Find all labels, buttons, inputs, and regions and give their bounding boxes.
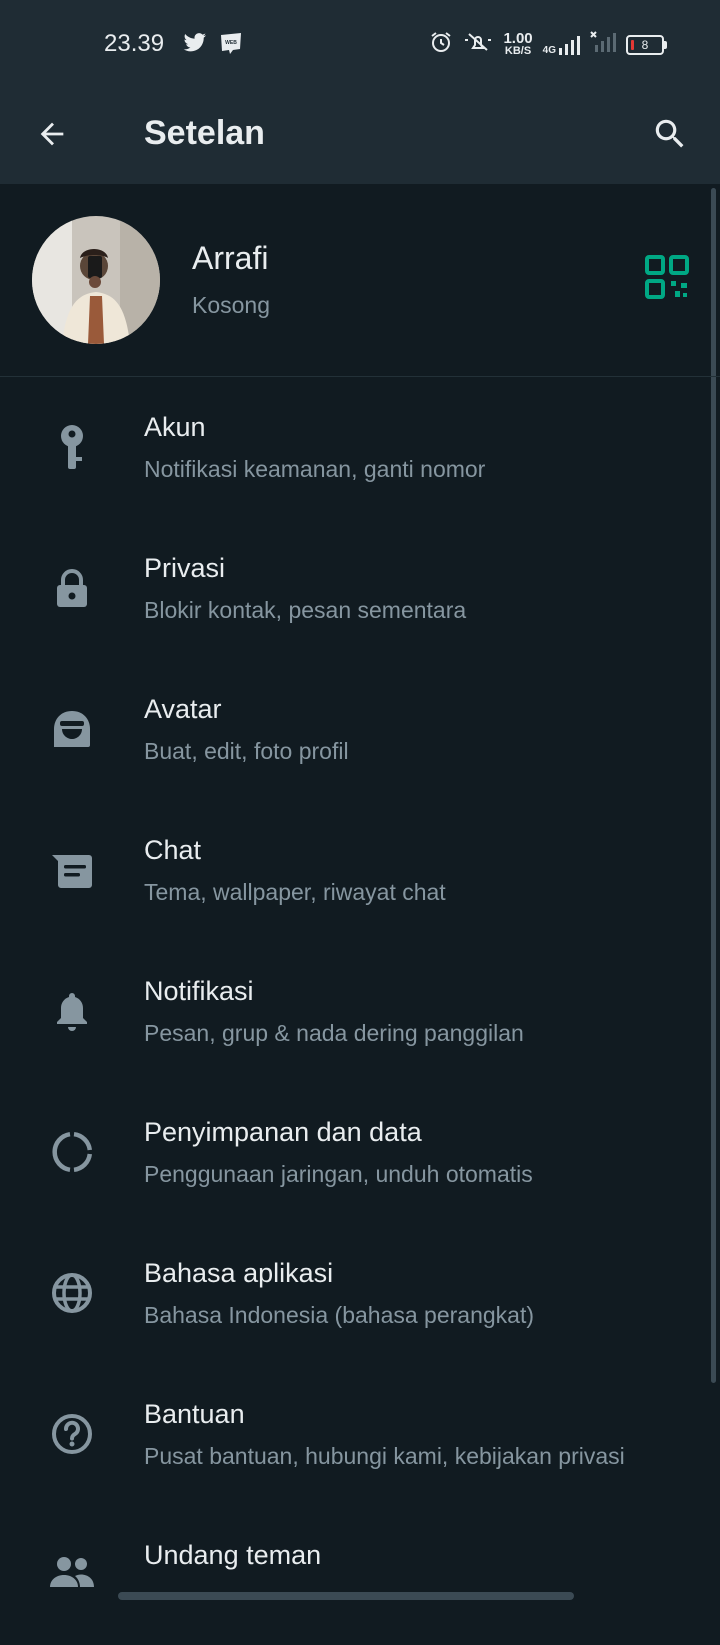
menu-subtitle: Buat, edit, foto profil xyxy=(144,738,349,764)
menu-subtitle: Pusat bantuan, hubungi kami, kebijakan p… xyxy=(144,1443,625,1469)
twitter-icon xyxy=(183,33,207,58)
search-icon xyxy=(651,115,689,158)
status-bar: 23.39 WEB 1.00 KB/S 4G 8 xyxy=(0,0,720,90)
menu-title: Chat xyxy=(144,835,202,865)
status-right-icons: 1.00 KB/S 4G 8 xyxy=(429,30,667,59)
menu-title: Penyimpanan dan data xyxy=(144,1117,422,1147)
menu-title: Undang teman xyxy=(144,1540,322,1570)
app-bar: Setelan xyxy=(0,90,720,184)
navigation-hint-bar xyxy=(118,1592,574,1600)
menu-subtitle: Penggunaan jaringan, unduh otomatis xyxy=(144,1161,533,1187)
menu-item-chat[interactable]: Chat Tema, wallpaper, riwayat chat xyxy=(0,799,720,940)
menu-item-undang[interactable]: Undang teman xyxy=(0,1504,720,1645)
avatar[interactable] xyxy=(32,216,160,344)
menu-title: Avatar xyxy=(144,694,222,724)
qr-code-icon xyxy=(644,255,690,304)
svg-text:WEB: WEB xyxy=(225,40,237,46)
menu-subtitle: Blokir kontak, pesan sementara xyxy=(144,597,467,623)
storage-icon xyxy=(44,1124,100,1180)
globe-icon xyxy=(44,1265,100,1321)
menu-title: Bahasa aplikasi xyxy=(144,1258,334,1288)
battery-icon: 8 xyxy=(626,34,667,55)
menu-title: Bantuan xyxy=(144,1399,245,1429)
key-icon xyxy=(44,419,100,475)
profile-status: Kosong xyxy=(192,292,271,318)
webtoon-icon: WEB xyxy=(219,32,243,59)
settings-menu: Akun Notifikasi keamanan, ganti nomor Pr… xyxy=(0,376,720,1645)
profile-name: Arrafi xyxy=(192,240,269,276)
menu-subtitle: Tema, wallpaper, riwayat chat xyxy=(144,879,446,905)
page-title: Setelan xyxy=(144,114,265,152)
profile-section[interactable]: Arrafi Kosong xyxy=(0,184,720,377)
menu-item-notifikasi[interactable]: Notifikasi Pesan, grup & nada dering pan… xyxy=(0,940,720,1081)
menu-item-bahasa[interactable]: Bahasa aplikasi Bahasa Indonesia (bahasa… xyxy=(0,1222,720,1363)
help-icon xyxy=(44,1406,100,1462)
lock-icon xyxy=(44,560,100,616)
alarm-icon xyxy=(429,30,453,59)
search-button[interactable] xyxy=(644,110,696,162)
people-icon xyxy=(44,1544,100,1600)
menu-item-bantuan[interactable]: Bantuan Pusat bantuan, hubungi kami, keb… xyxy=(0,1363,720,1504)
arrow-back-icon xyxy=(35,117,69,156)
signal-icon: 4G xyxy=(543,34,580,56)
menu-item-akun[interactable]: Akun Notifikasi keamanan, ganti nomor xyxy=(0,376,720,517)
menu-title: Privasi xyxy=(144,553,226,583)
avatar-face-icon xyxy=(44,701,100,757)
qr-code-button[interactable] xyxy=(644,254,690,300)
back-button[interactable] xyxy=(28,112,76,160)
menu-subtitle: Notifikasi keamanan, ganti nomor xyxy=(144,456,486,482)
menu-item-avatar[interactable]: Avatar Buat, edit, foto profil xyxy=(0,658,720,799)
net-speed: 1.00 KB/S xyxy=(503,30,533,57)
mute-bell-icon xyxy=(463,30,493,59)
menu-subtitle: Bahasa Indonesia (bahasa perangkat) xyxy=(144,1302,535,1328)
status-time: 23.39 xyxy=(104,30,165,57)
chat-icon xyxy=(44,842,100,898)
menu-title: Notifikasi xyxy=(144,976,254,1006)
menu-item-penyimpanan[interactable]: Penyimpanan dan data Penggunaan jaringan… xyxy=(0,1081,720,1222)
bell-icon xyxy=(44,983,100,1039)
menu-subtitle: Pesan, grup & nada dering panggilan xyxy=(144,1020,524,1046)
menu-item-privasi[interactable]: Privasi Blokir kontak, pesan sementara xyxy=(0,517,720,658)
menu-title: Akun xyxy=(144,412,206,442)
status-left-icons: WEB xyxy=(183,32,243,59)
signal-off-icon xyxy=(590,31,616,58)
